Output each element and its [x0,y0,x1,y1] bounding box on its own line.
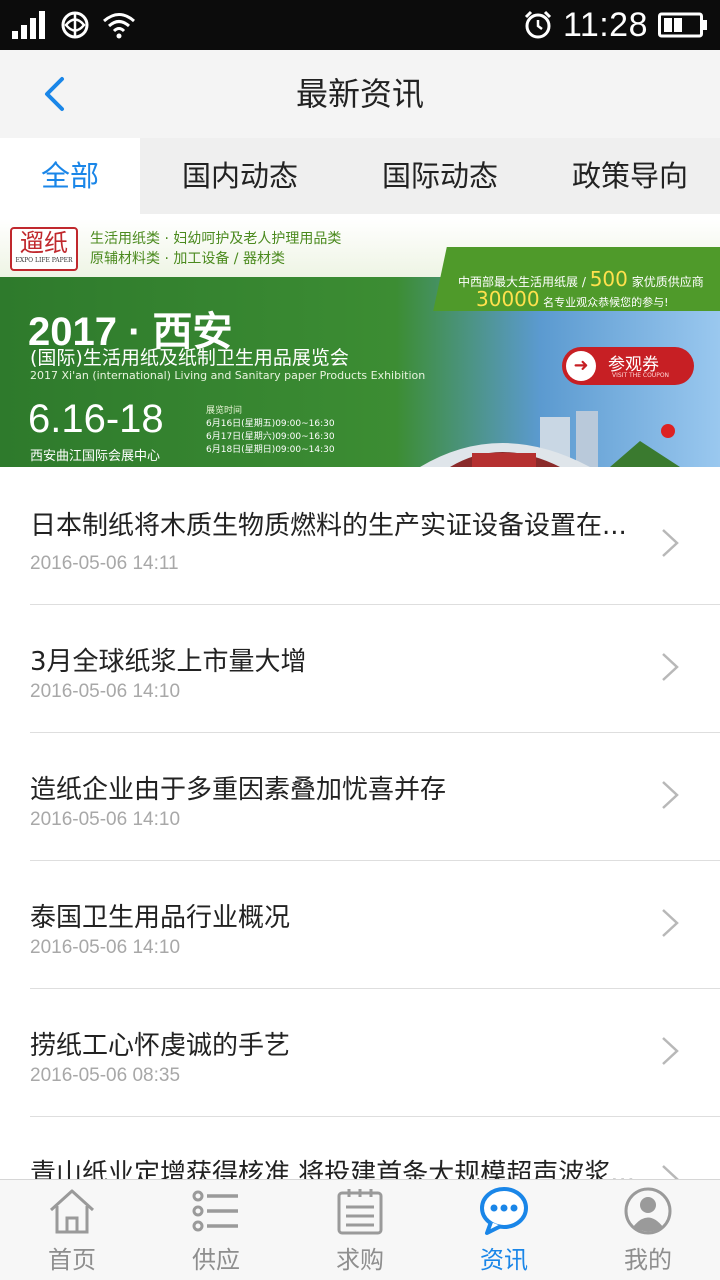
banner-categories: 生活用纸类 · 妇幼呵护及老人护理用品类 原辅材料类 · 加工设备 / 器材类 [90,231,342,267]
banner-exhibition-name-en: 2017 Xi'an (international) Living and Sa… [30,369,426,382]
banner-date: 6.16-18 [28,397,164,441]
news-title: 青山纸业定增获得核准 将投建首条大规模超声波浆... [30,1159,636,1179]
chevron-right-icon [662,529,679,557]
banner-venue: 西安曲江国际会展中心 [30,449,161,464]
chevron-right-icon [662,1037,679,1065]
bottom-tab-bar: 首页 供应 求购 资讯 我的 [0,1179,720,1280]
chat-bubble-icon [480,1187,528,1235]
tab-policy[interactable]: 政策导向 [540,138,720,214]
banner-building-illustration [420,411,680,467]
arrow-right-icon: ➜ [566,351,596,381]
tabbar-mine[interactable]: 我的 [576,1180,720,1280]
news-title: 日本制纸将木质生物质燃料的生产实证设备设置在... [30,511,627,541]
exhibition-banner[interactable]: 遛纸 EXPO LIFE PAPER 生活用纸类 · 妇幼呵护及老人护理用品类 … [0,219,720,467]
status-time: 11:28 [562,5,648,44]
banner-times: 展览时间 6月16日(星期五)09:00~16:30 6月17日(星期六)09:… [206,406,335,455]
tabbar-purchase[interactable]: 求购 [288,1180,432,1280]
carrier-icon [61,11,89,39]
chevron-right-icon [662,909,679,937]
tabbar-supply-label: 供应 [192,1246,240,1274]
news-date: 2016-05-06 08:35 [30,1065,181,1086]
status-left [12,9,136,41]
banner-stat-2: 30000 名专业观众恭候您的参与! [476,287,669,311]
news-item[interactable]: 3月全球纸浆上市量大增 2016-05-06 14:10 [0,605,720,733]
tab-international[interactable]: 国际动态 [340,138,540,214]
chevron-right-icon [662,653,679,681]
nav-bar: 最新资讯 [0,50,720,138]
category-tabs: 全部 国内动态 国际动态 政策导向 [0,138,720,214]
user-icon [624,1187,672,1235]
tabbar-news-label: 资讯 [480,1246,528,1274]
clipboard-icon [337,1189,383,1235]
news-item[interactable]: 青山纸业定增获得核准 将投建首条大规模超声波浆... [0,1117,720,1179]
tabbar-home-label: 首页 [48,1246,96,1274]
battery-icon [658,12,707,38]
news-date: 2016-05-06 14:11 [30,553,179,574]
alarm-icon [524,10,551,39]
wifi-icon [103,13,135,39]
page-title: 最新资讯 [295,75,424,113]
news-item[interactable]: 泰国卫生用品行业概况 2016-05-06 14:10 [0,861,720,989]
status-right: 11:28 [523,6,708,44]
tab-domestic[interactable]: 国内动态 [140,138,340,214]
signal-icon [12,11,45,39]
chevron-right-icon [662,781,679,809]
list-icon [192,1190,238,1232]
tabbar-purchase-label: 求购 [336,1246,384,1274]
tabbar-news[interactable]: 资讯 [432,1180,576,1280]
news-list: 日本制纸将木质生物质燃料的生产实证设备设置在... 2016-05-06 14:… [0,467,720,1179]
tabbar-mine-label: 我的 [624,1246,672,1274]
news-item[interactable]: 造纸企业由于多重因素叠加忧喜并存 2016-05-06 14:10 [0,733,720,861]
banner-logo: 遛纸 EXPO LIFE PAPER [10,227,78,271]
news-item[interactable]: 捞纸工心怀虔诚的手艺 2016-05-06 08:35 [0,989,720,1117]
tabbar-supply[interactable]: 供应 [144,1180,288,1280]
news-title: 3月全球纸浆上市量大增 [30,647,307,677]
tabbar-home[interactable]: 首页 [0,1180,144,1280]
news-title: 捞纸工心怀虔诚的手艺 [30,1031,291,1061]
coupon-button[interactable]: ➜ 参观券 VISIT THE COUPON [562,347,694,385]
news-item[interactable]: 日本制纸将木质生物质燃料的生产实证设备设置在... 2016-05-06 14:… [0,467,720,605]
status-bar: 11:28 [0,0,720,50]
home-icon [49,1189,95,1234]
banner-exhibition-name: (国际)生活用纸及纸制卫生用品展览会 [30,347,349,369]
news-date: 2016-05-06 14:10 [30,937,181,958]
news-title: 泰国卫生用品行业概况 [30,903,291,933]
news-title: 造纸企业由于多重因素叠加忧喜并存 [30,775,447,805]
news-date: 2016-05-06 14:10 [30,681,181,702]
news-date: 2016-05-06 14:10 [30,809,181,830]
chevron-right-icon [662,1165,679,1179]
tab-all[interactable]: 全部 [0,138,140,214]
